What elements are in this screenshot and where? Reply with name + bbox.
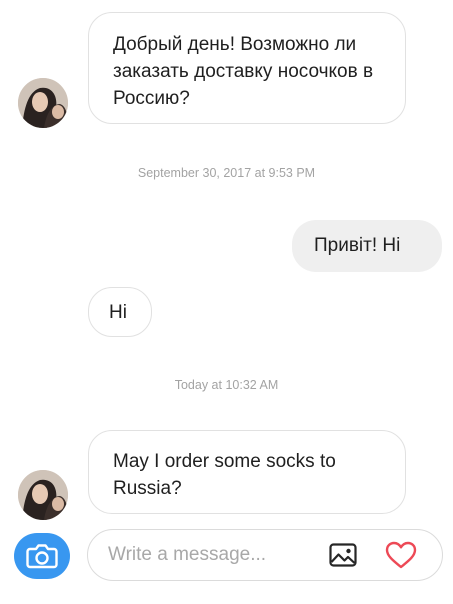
outgoing-message-bubble[interactable]: Привіт! Hi bbox=[292, 220, 442, 272]
contact-avatar[interactable] bbox=[18, 470, 68, 520]
message-composer bbox=[87, 529, 443, 581]
contact-avatar[interactable] bbox=[18, 78, 68, 128]
message-timestamp: Today at 10:32 AM bbox=[174, 378, 279, 392]
gallery-button[interactable] bbox=[328, 542, 358, 568]
like-button[interactable] bbox=[384, 540, 418, 570]
message-text: May I order some socks to Russia? bbox=[113, 451, 336, 499]
heart-icon bbox=[385, 541, 417, 569]
message-text: Hi bbox=[109, 302, 127, 323]
camera-button[interactable] bbox=[14, 533, 70, 579]
avatar-photo-icon bbox=[18, 470, 68, 520]
message-timestamp: September 30, 2017 at 9:53 PM bbox=[137, 166, 316, 180]
incoming-message-bubble[interactable]: May I order some socks to Russia? bbox=[88, 430, 406, 514]
message-text: Привіт! Hi bbox=[314, 235, 401, 256]
incoming-message-bubble[interactable]: Hi bbox=[88, 287, 152, 337]
camera-icon bbox=[26, 544, 58, 569]
avatar-photo-icon bbox=[18, 78, 68, 128]
image-icon bbox=[329, 543, 357, 567]
message-text: Добрый день! Возможно ли заказать достав… bbox=[113, 34, 374, 109]
message-input[interactable] bbox=[108, 542, 308, 568]
incoming-message-bubble[interactable]: Добрый день! Возможно ли заказать достав… bbox=[88, 12, 406, 124]
